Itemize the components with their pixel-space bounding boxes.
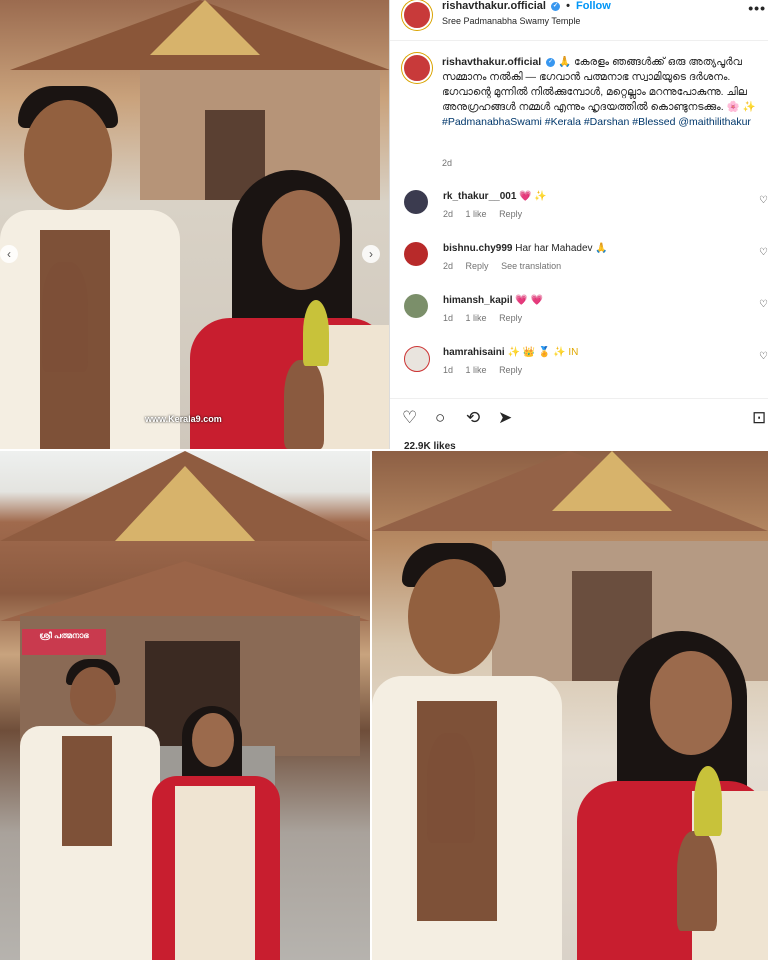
man-folded-hands — [427, 733, 475, 843]
carousel-next-button[interactable]: › — [362, 245, 380, 263]
post-header: rishavthakur.official ✓ • Follow — [442, 0, 611, 12]
comment-header: himansh_kapil 💗 💗 — [443, 295, 543, 306]
see-translation-button[interactable]: See translation — [501, 261, 561, 271]
lotus-flower — [303, 300, 329, 366]
carousel-prev-button[interactable]: ‹ — [0, 245, 18, 263]
caption-username[interactable]: rishavthakur.official — [442, 56, 541, 68]
comment-header: bishnu.chy999 Har har Mahadev 🙏 — [443, 243, 608, 254]
comment-time: 1d — [443, 313, 454, 323]
comment-avatar[interactable] — [404, 242, 428, 266]
comment-likes[interactable]: 1 like — [466, 313, 487, 323]
like-icon[interactable]: ♡ — [402, 408, 417, 428]
header-separator: • — [566, 0, 570, 12]
comment-item: bishnu.chy999 Har har Mahadev 🙏 2d Reply… — [390, 239, 768, 287]
comment-avatar[interactable] — [404, 346, 430, 372]
comment-username[interactable]: bishnu.chy999 — [443, 243, 512, 254]
instagram-post-panel: rishavthakur.official ✓ • Follow Sree Pa… — [390, 0, 768, 449]
temple-lower-roof — [0, 561, 370, 621]
man-face — [70, 667, 116, 725]
temple-roof — [372, 451, 768, 531]
comment-avatar[interactable] — [404, 294, 428, 318]
comment-username[interactable]: hamrahisaini — [443, 347, 505, 358]
follow-button[interactable]: Follow — [576, 0, 611, 12]
share-icon[interactable]: ➤ — [498, 408, 512, 428]
woman-folded-hands — [677, 831, 717, 931]
comment-avatar[interactable] — [404, 190, 428, 214]
comment-icon[interactable]: ○ — [435, 408, 445, 428]
comment-likes[interactable]: 1 like — [466, 365, 487, 375]
actions-divider — [390, 398, 768, 399]
photo-bottom-right — [372, 451, 768, 960]
woman-face — [262, 190, 340, 290]
comment-time: 2d — [443, 261, 454, 271]
post-photo-top-left[interactable]: ‹ › www.Kerala9.com — [0, 0, 389, 449]
more-options-icon[interactable]: ••• — [748, 0, 766, 16]
comment-time: 1d — [443, 365, 454, 375]
comment-item: rk_thakur__001 💗 ✨ 2d 1 like Reply ♡ — [390, 187, 768, 235]
comment-meta: 1d 1 like Reply — [443, 365, 532, 375]
man-face — [24, 100, 112, 210]
caption-time: 2d — [442, 158, 453, 168]
reply-button[interactable]: Reply — [499, 313, 522, 323]
reply-button[interactable]: Reply — [499, 209, 522, 219]
comment-header: rk_thakur__001 💗 ✨ — [443, 191, 547, 202]
verified-icon: ✓ — [551, 1, 560, 11]
post-caption: rishavthakur.official ✓ 🙏 കേരളം ഞങ്ങൾക്ക… — [442, 55, 764, 130]
man-chest — [62, 736, 112, 846]
comment-text: 💗 💗 — [515, 295, 543, 306]
comment-meta: 1d 1 like Reply — [443, 313, 532, 323]
save-icon[interactable]: ⊡ — [752, 408, 766, 428]
comment-text: ✨ 👑 🏅 ✨ IN — [507, 347, 579, 358]
man-face — [408, 559, 500, 674]
post-avatar[interactable] — [402, 0, 432, 30]
comment-username[interactable]: himansh_kapil — [443, 295, 512, 306]
comment-meta: 2d Reply See translation — [443, 261, 571, 271]
comment-meta: 2d 1 like Reply — [443, 209, 532, 219]
woman-face — [650, 651, 732, 755]
woman-face — [192, 713, 234, 767]
post-location[interactable]: Sree Padmanabha Swamy Temple — [442, 16, 580, 26]
man-folded-hands — [42, 262, 88, 372]
comment-likes[interactable]: 1 like — [466, 209, 487, 219]
header-divider — [390, 40, 768, 41]
photo-bottom-left: ശ്രീ പത്മനാഭ — [0, 451, 370, 960]
temple-sign: ശ്രീ പത്മനാഭ — [22, 629, 106, 655]
comment-item: himansh_kapil 💗 💗 1d 1 like Reply ♡ — [390, 291, 768, 339]
verified-icon: ✓ — [546, 57, 556, 67]
comment-time: 2d — [443, 209, 454, 219]
watermark-text: www.Kerala9.com — [145, 414, 222, 424]
post-actions: ♡ ○ ⟲ ➤ ⊡ — [402, 408, 768, 430]
reply-button[interactable]: Reply — [499, 365, 522, 375]
caption-hashtags[interactable]: #PadmanabhaSwami #Kerala #Darshan #Bless… — [442, 116, 751, 128]
comment-text: Har har Mahadev 🙏 — [515, 243, 608, 254]
repost-icon[interactable]: ⟲ — [466, 408, 480, 428]
likes-count[interactable]: 22.9K likes — [404, 441, 456, 449]
post-username[interactable]: rishavthakur.official — [442, 0, 546, 12]
woman-folded-hands — [284, 360, 324, 449]
lotus-flower — [694, 766, 722, 836]
comment-item: hamrahisaini ✨ 👑 🏅 ✨ IN 1d 1 like Reply … — [390, 343, 768, 391]
comment-text: 💗 ✨ — [519, 191, 547, 202]
comment-like-icon[interactable]: ♡ — [759, 247, 768, 258]
comment-like-icon[interactable]: ♡ — [759, 195, 768, 206]
comment-username[interactable]: rk_thakur__001 — [443, 191, 516, 202]
caption-avatar[interactable] — [402, 53, 432, 83]
reply-button[interactable]: Reply — [466, 261, 489, 271]
woman-saree-cream — [175, 786, 255, 960]
comment-like-icon[interactable]: ♡ — [759, 299, 768, 310]
comment-header: hamrahisaini ✨ 👑 🏅 ✨ IN — [443, 347, 578, 358]
comment-like-icon[interactable]: ♡ — [759, 351, 768, 362]
